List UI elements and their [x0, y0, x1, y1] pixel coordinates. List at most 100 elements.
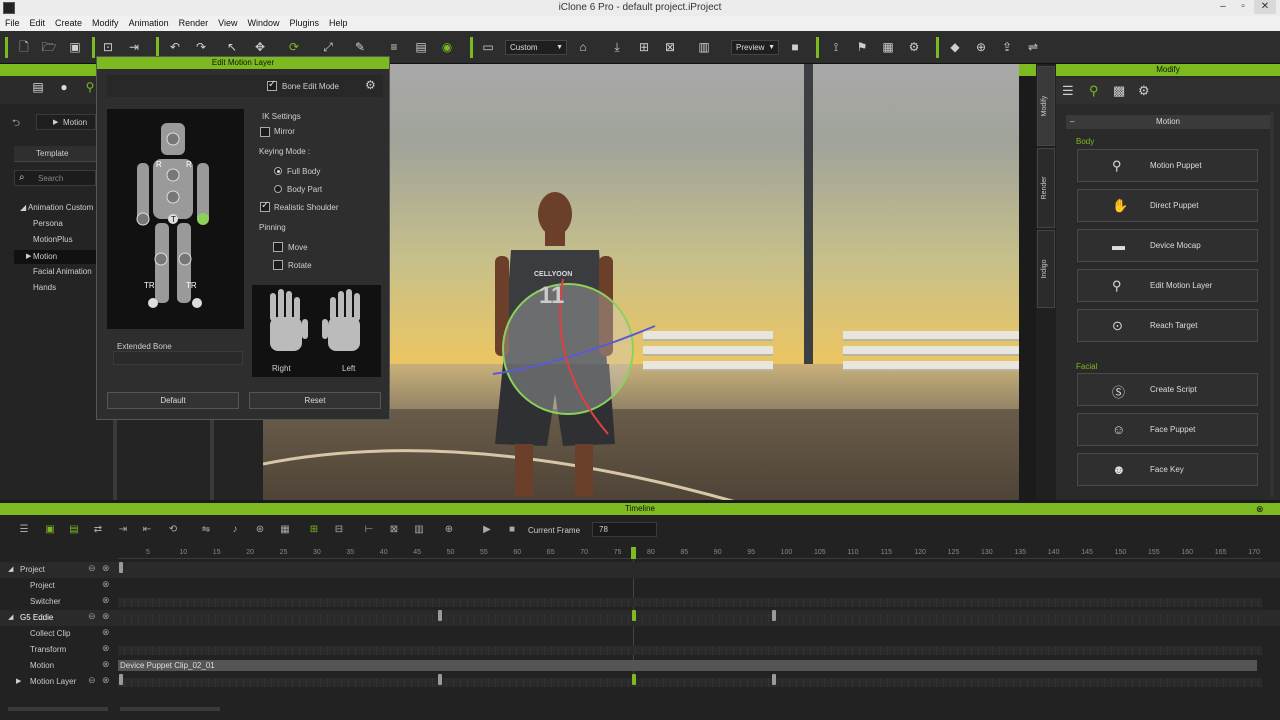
- current-frame-input[interactable]: 78: [592, 522, 657, 537]
- keyframe[interactable]: [119, 674, 123, 685]
- menu-create[interactable]: Create: [50, 16, 87, 31]
- play-icon[interactable]: ▶: [480, 523, 494, 537]
- settings-icon[interactable]: ⚙: [906, 39, 922, 55]
- menu-plugins[interactable]: Plugins: [285, 16, 325, 31]
- close-icon[interactable]: ⊗: [102, 595, 110, 606]
- scrollbar[interactable]: [8, 707, 108, 711]
- tree-item-hands[interactable]: Hands: [33, 283, 56, 292]
- reset-button[interactable]: Reset: [249, 392, 381, 409]
- tree-item-persona[interactable]: Persona: [33, 219, 63, 228]
- motion-clip[interactable]: Device Puppet Clip_02_01: [118, 660, 1257, 671]
- align-icon[interactable]: ≡: [386, 39, 402, 55]
- camera-select[interactable]: Custom ▼: [505, 40, 567, 55]
- minimize-icon[interactable]: –: [1212, 0, 1234, 14]
- keyframe[interactable]: [772, 674, 776, 685]
- insert-frames-icon[interactable]: ⊢: [362, 523, 376, 537]
- close-icon[interactable]: ✕: [1254, 0, 1276, 14]
- track-transform[interactable]: Transform ⊗: [0, 642, 1280, 658]
- folder-up-icon[interactable]: ⇪: [999, 39, 1015, 55]
- video-camera-icon[interactable]: ■: [787, 39, 803, 55]
- search-input[interactable]: ⌕ Search: [14, 170, 96, 186]
- menu-edit[interactable]: Edit: [25, 16, 51, 31]
- frame-icon[interactable]: ⊠: [662, 39, 678, 55]
- face-key-button[interactable]: ☻ Face Key: [1077, 453, 1258, 486]
- close-icon[interactable]: ⊗: [102, 675, 110, 686]
- track-motion-layer[interactable]: ▶ Motion Layer ⊖ ⊗: [0, 674, 1280, 690]
- close-icon[interactable]: ⊗: [102, 627, 110, 638]
- tree-item-animation-custom[interactable]: ◢ Animation Custom: [20, 203, 93, 212]
- breadcrumb[interactable]: Motion ▶: [36, 114, 96, 130]
- menu-window[interactable]: Window: [242, 16, 284, 31]
- visibility-icon[interactable]: ◉: [439, 39, 455, 55]
- tree-item-facial-animation[interactable]: Facial Animation: [33, 267, 92, 276]
- tab-render[interactable]: Render: [1037, 148, 1055, 228]
- folder-icon[interactable]: ▤: [28, 80, 48, 100]
- move-icon[interactable]: ✥: [252, 39, 268, 55]
- keyframe[interactable]: [438, 610, 442, 621]
- menu-render[interactable]: Render: [174, 16, 214, 31]
- key-icon[interactable]: ▣: [43, 523, 57, 537]
- select-icon[interactable]: ↖: [224, 39, 240, 55]
- body-part-radio[interactable]: [274, 185, 282, 193]
- face-puppet-button[interactable]: ☺ Face Puppet: [1077, 413, 1258, 446]
- keyframe[interactable]: [772, 610, 776, 621]
- track-row[interactable]: [118, 598, 1262, 607]
- bone-edit-mode-checkbox[interactable]: [267, 79, 277, 91]
- back-icon[interactable]: ⮌: [12, 116, 20, 133]
- save-icon[interactable]: ▣: [67, 39, 83, 55]
- keyframe[interactable]: [438, 674, 442, 685]
- mirror-checkbox[interactable]: [260, 127, 270, 137]
- rotate-icon[interactable]: ⟳: [286, 39, 302, 55]
- track-project[interactable]: Project ⊗: [0, 578, 1280, 594]
- home-icon[interactable]: ⌂: [575, 39, 591, 55]
- frame-ruler[interactable]: 5 10 15 20 25 30 35 40 45 50 55 60 65 70 75 80 85 90 95 100…: [118, 547, 1262, 559]
- motion-puppet-button[interactable]: ⚲ Motion Puppet: [1077, 149, 1258, 182]
- add-clip-icon[interactable]: ⊞: [307, 523, 321, 537]
- menu-help[interactable]: Help: [324, 16, 353, 31]
- extended-bone-field[interactable]: [113, 351, 243, 365]
- menu-modify[interactable]: Modify: [87, 16, 124, 31]
- loop-icon[interactable]: ⟲: [166, 523, 180, 537]
- layer-key-icon[interactable]: ▤: [67, 523, 81, 537]
- delete-frames-icon[interactable]: ⊠: [387, 523, 401, 537]
- zoom-icon[interactable]: ⊕: [973, 39, 989, 55]
- rotate-checkbox[interactable]: [273, 260, 283, 270]
- zoom-icon[interactable]: ⊕: [442, 523, 456, 537]
- sliders-icon[interactable]: ☰: [1062, 83, 1074, 99]
- right-hand-label[interactable]: Right: [272, 364, 291, 373]
- edit-icon[interactable]: ✎: [352, 39, 368, 55]
- collapse-icon[interactable]: ⊖: [88, 563, 96, 574]
- menu-animation[interactable]: Animation: [124, 16, 174, 31]
- track-row[interactable]: [118, 646, 1262, 655]
- gear-icon[interactable]: ⚙: [1138, 83, 1150, 99]
- track-collect-clip[interactable]: Collect Clip ⊗: [0, 626, 1280, 642]
- columns-icon[interactable]: ▥: [412, 523, 426, 537]
- track-row[interactable]: [118, 614, 1262, 623]
- tab-template[interactable]: Template: [14, 146, 96, 162]
- layer-icon[interactable]: ▤: [413, 39, 429, 55]
- stop-icon[interactable]: ■: [505, 523, 519, 537]
- create-script-button[interactable]: Ⓢ Create Script: [1077, 373, 1258, 406]
- insert-icon[interactable]: ⇥: [116, 523, 130, 537]
- share-icon[interactable]: ⇌: [1025, 39, 1041, 55]
- left-hand-label[interactable]: Left: [342, 364, 355, 373]
- clipboard-icon[interactable]: ▦: [880, 39, 896, 55]
- music-icon[interactable]: ♪: [228, 523, 242, 537]
- viewport-icon[interactable]: ▭: [480, 39, 496, 55]
- person-icon[interactable]: ●: [54, 80, 74, 100]
- realistic-shoulder-checkbox[interactable]: [260, 200, 270, 212]
- scrollbar[interactable]: [113, 420, 117, 500]
- new-file-icon[interactable]: 🗋: [16, 39, 32, 55]
- settings-icon[interactable]: ⚙: [365, 78, 376, 92]
- track-g5-eddie[interactable]: ◢ G5 Eddie ⊖ ⊗: [0, 610, 1280, 626]
- render-select[interactable]: Preview ▼: [731, 40, 779, 55]
- swap-icon[interactable]: ⇄: [91, 523, 105, 537]
- close-icon[interactable]: ⊗: [102, 579, 110, 590]
- tab-modify[interactable]: Modify: [1037, 66, 1055, 146]
- reach-target-button[interactable]: ⊙ Reach Target: [1077, 309, 1258, 342]
- track-motion[interactable]: Motion ⊗ Device Puppet Clip_02_01: [0, 658, 1280, 674]
- direct-puppet-button[interactable]: ✋ Direct Puppet: [1077, 189, 1258, 222]
- keyframe[interactable]: [632, 610, 636, 621]
- device-mocap-button[interactable]: ▬ Device Mocap: [1077, 229, 1258, 262]
- close-icon[interactable]: ⊗: [102, 563, 110, 574]
